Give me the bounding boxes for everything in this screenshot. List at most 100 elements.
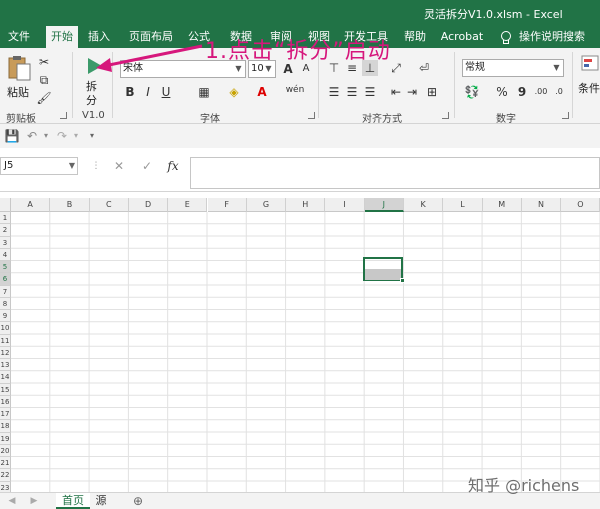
name-box[interactable]: J5 ▼ — [0, 157, 78, 175]
enter-icon[interactable]: ✓ — [139, 158, 155, 174]
insert-function-icon[interactable]: fx — [165, 158, 181, 174]
cut-icon[interactable]: ✂ — [36, 54, 52, 70]
row-header[interactable]: 5 — [0, 261, 11, 274]
decrease-indent-icon[interactable]: ⇤ — [388, 84, 404, 100]
number-launcher-icon[interactable] — [562, 112, 569, 119]
font-launcher-icon[interactable] — [308, 112, 315, 119]
separator — [112, 52, 113, 118]
format-painter-icon[interactable]: 🖌 — [36, 90, 52, 106]
column-header[interactable]: E — [168, 198, 208, 212]
formula-buttons: ✕ ✓ fx — [101, 157, 189, 175]
row-header[interactable]: 2 — [0, 224, 11, 237]
cancel-icon[interactable]: ✕ — [111, 158, 127, 174]
row-header[interactable]: 14 — [0, 371, 11, 384]
column-header[interactable]: C — [89, 198, 129, 212]
column-header[interactable]: M — [482, 198, 522, 212]
tab-file[interactable]: 文件 — [4, 26, 34, 48]
column-header[interactable]: F — [207, 198, 247, 212]
prev-sheet-icon[interactable]: ◀ — [4, 493, 20, 509]
row-header[interactable]: 1 — [0, 212, 11, 225]
undo-dropdown-icon[interactable]: ▾ — [38, 128, 54, 144]
row-header[interactable]: 8 — [0, 297, 11, 310]
row-header[interactable]: 20 — [0, 444, 11, 457]
fill-handle[interactable] — [400, 278, 405, 283]
row-header[interactable]: 16 — [0, 395, 11, 408]
row-header[interactable]: 18 — [0, 420, 11, 433]
row-header[interactable]: 22 — [0, 469, 11, 482]
sheet-tab-home[interactable]: 首页 — [56, 493, 90, 509]
row-header[interactable]: 6 — [0, 273, 11, 286]
selected-cell-fill — [365, 269, 401, 280]
wrap-text-icon[interactable]: ⏎ — [416, 60, 432, 76]
tab-home[interactable]: 开始 — [46, 26, 78, 49]
redo-dropdown-icon[interactable]: ▾ — [68, 128, 84, 144]
column-header[interactable]: J — [364, 198, 404, 212]
row-header[interactable]: 17 — [0, 408, 11, 421]
copy-icon[interactable]: ⧉ — [36, 72, 52, 88]
column-header[interactable]: N — [521, 198, 562, 212]
column-header[interactable]: K — [404, 198, 444, 212]
clipboard-launcher-icon[interactable] — [60, 112, 67, 119]
number-format-select[interactable]: 常规 ▼ — [462, 59, 564, 77]
column-header[interactable]: O — [561, 198, 600, 212]
row-header[interactable]: 21 — [0, 457, 11, 470]
tab-page-layout[interactable]: 页面布局 — [128, 26, 174, 48]
row-header[interactable]: 3 — [0, 236, 11, 249]
cell-area[interactable] — [11, 212, 600, 492]
next-sheet-icon[interactable]: ▶ — [26, 493, 42, 509]
row-header[interactable]: 9 — [0, 310, 11, 323]
column-header[interactable]: B — [50, 198, 90, 212]
conditional-formatting-button[interactable]: 条件 — [578, 54, 600, 94]
split-button[interactable]: 拆 分 — [78, 54, 108, 107]
align-right-icon[interactable]: ☰ — [362, 84, 378, 100]
column-header[interactable]: H — [286, 198, 326, 212]
row-header[interactable]: 13 — [0, 359, 11, 372]
chevron-down-icon: ▼ — [553, 63, 560, 72]
active-cell-selection[interactable] — [363, 257, 405, 283]
tab-acrobat[interactable]: Acrobat — [438, 26, 486, 48]
sheet-tab-source[interactable]: 源 — [92, 493, 110, 509]
tab-insert[interactable]: 插入 — [84, 26, 114, 48]
row-header[interactable]: 4 — [0, 248, 11, 261]
italic-button[interactable]: I — [140, 84, 156, 100]
add-sheet-icon[interactable]: ⊕ — [130, 493, 146, 509]
font-color-icon[interactable]: A — [254, 84, 270, 100]
clipboard-icon — [8, 56, 31, 81]
formula-input[interactable] — [190, 157, 600, 189]
row-header[interactable]: 12 — [0, 346, 11, 359]
fill-color-icon[interactable]: ◈ — [226, 84, 242, 100]
column-header[interactable]: L — [443, 198, 483, 212]
border-icon[interactable]: ▦ — [196, 84, 212, 100]
phonetic-icon[interactable]: wén — [284, 82, 306, 98]
column-header[interactable]: G — [246, 198, 287, 212]
save-icon[interactable]: 💾 — [4, 128, 20, 144]
paste-button[interactable]: 粘贴 — [4, 52, 34, 99]
comma-style-button[interactable]: 9 — [514, 84, 530, 100]
accounting-format-icon[interactable]: 💱 — [464, 84, 480, 100]
bold-button[interactable]: B — [122, 84, 138, 100]
row-header[interactable]: 11 — [0, 334, 11, 347]
increase-decimal-button[interactable]: .00 — [532, 84, 550, 100]
column-header[interactable]: D — [128, 198, 169, 212]
underline-button[interactable]: U — [158, 84, 174, 100]
alignment-launcher-icon[interactable] — [442, 112, 449, 119]
increase-indent-icon[interactable]: ⇥ — [404, 84, 420, 100]
row-header[interactable]: 10 — [0, 322, 11, 335]
decrease-decimal-button[interactable]: .0 — [552, 84, 566, 100]
customize-qat-icon[interactable]: ▾ — [84, 128, 100, 144]
row-header[interactable]: 23 — [0, 481, 11, 492]
percent-button[interactable]: % — [494, 84, 510, 100]
align-center-icon[interactable]: ☰ — [344, 84, 360, 100]
column-header[interactable]: I — [325, 198, 365, 212]
tab-help[interactable]: 帮助 — [400, 26, 430, 48]
row-header[interactable]: 19 — [0, 432, 11, 445]
worksheet-grid[interactable]: ABCDEFGHIJKLMNO 1 2 3 4 5 6 7 8 9 10 11 12 13 14 15 16 1… — [0, 198, 600, 492]
tell-me-label: 操作说明搜索 — [519, 30, 585, 43]
column-header[interactable]: A — [11, 198, 51, 212]
merge-center-icon[interactable]: ⊞ — [424, 84, 440, 100]
row-header[interactable]: 7 — [0, 285, 11, 298]
select-all-corner[interactable] — [0, 198, 11, 212]
row-header[interactable]: 15 — [0, 383, 11, 396]
tell-me-search[interactable]: 操作说明搜索 — [500, 26, 600, 48]
align-left-icon[interactable]: ☰ — [326, 84, 342, 100]
